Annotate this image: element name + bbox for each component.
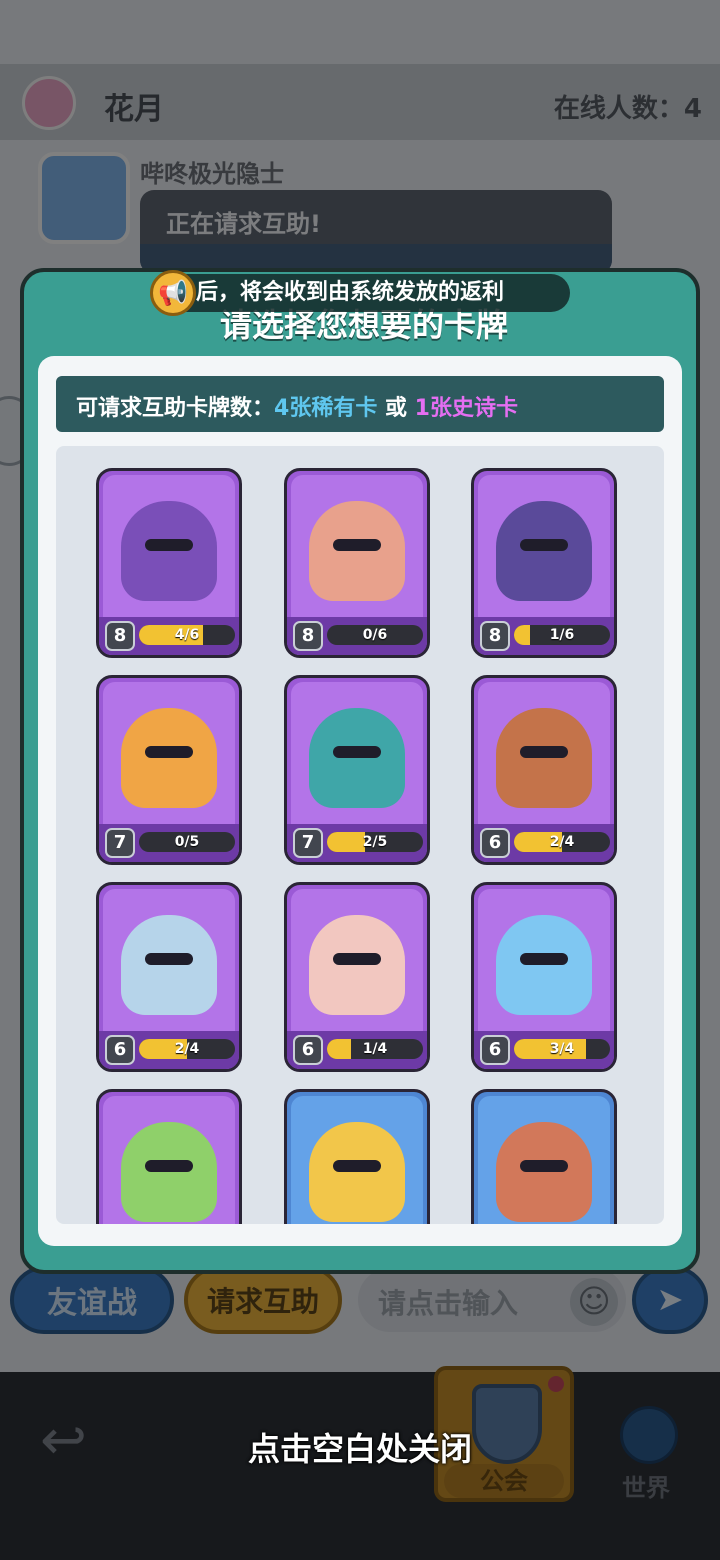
hero-portrait xyxy=(309,501,405,601)
info-prefix: 可请求互助卡牌数： xyxy=(76,396,275,421)
hero-portrait xyxy=(121,1122,217,1222)
request-limit-info: 可请求互助卡牌数：4张稀有卡 或 1张史诗卡 xyxy=(56,376,664,432)
hero-eyes xyxy=(145,539,193,551)
card-progress-text: 0/5 xyxy=(174,834,200,850)
card-level-badge: 6 xyxy=(480,828,510,858)
hero-eyes xyxy=(520,1160,568,1172)
hero-portrait xyxy=(496,501,592,601)
card-select-modal: 请选择您想要的卡牌 后，将会收到由系统发放的返利 📢 可请求互助卡牌数：4张稀有… xyxy=(20,268,700,1274)
hero-eyes xyxy=(520,539,568,551)
hero-portrait xyxy=(309,1122,405,1222)
card-level-badge: 6 xyxy=(480,1035,510,1065)
hero-eyes xyxy=(333,953,381,965)
megaphone-icon: 📢 xyxy=(150,270,196,316)
card-progress-bar: 2/4 xyxy=(139,1039,235,1059)
hero-portrait xyxy=(496,915,592,1015)
card-progress-bar: 0/6 xyxy=(327,625,423,645)
hero-eyes xyxy=(333,539,381,551)
info-rare-count: 4张稀有卡 xyxy=(274,396,378,421)
card-progress-text: 2/4 xyxy=(549,834,575,850)
hero-card[interactable]: 7 0/5 xyxy=(96,675,242,865)
card-progress-text: 1/6 xyxy=(549,627,575,643)
hero-card[interactable]: 6 2/4 xyxy=(96,882,242,1072)
hero-card[interactable] xyxy=(96,1089,242,1224)
card-progress-bar: 3/4 xyxy=(514,1039,610,1059)
card-progress-bar: 4/6 xyxy=(139,625,235,645)
hero-card[interactable]: 7 2/5 xyxy=(284,675,430,865)
card-progress-bar: 1/6 xyxy=(514,625,610,645)
hero-portrait xyxy=(496,1122,592,1222)
hero-portrait xyxy=(496,708,592,808)
hero-card[interactable]: 8 4/6 xyxy=(96,468,242,658)
card-progress-bar: 1/4 xyxy=(327,1039,423,1059)
card-progress-text: 2/4 xyxy=(174,1041,200,1057)
info-or: 或 xyxy=(377,396,415,421)
hero-eyes xyxy=(333,1160,381,1172)
card-level-badge: 7 xyxy=(105,828,135,858)
hero-card[interactable]: 8 0/6 xyxy=(284,468,430,658)
card-progress-bar: 2/4 xyxy=(514,832,610,852)
card-level-badge: 6 xyxy=(105,1035,135,1065)
hero-portrait xyxy=(121,915,217,1015)
card-progress-text: 1/4 xyxy=(362,1041,388,1057)
card-progress-text: 0/6 xyxy=(362,627,388,643)
card-progress-bar: 2/5 xyxy=(327,832,423,852)
hero-portrait xyxy=(121,708,217,808)
info-epic-count: 1张史诗卡 xyxy=(414,396,518,421)
hero-card[interactable]: 6 2/4 xyxy=(471,675,617,865)
hero-portrait xyxy=(121,501,217,601)
hero-eyes xyxy=(145,953,193,965)
close-hint: 点击空白处关闭 xyxy=(247,1430,472,1468)
card-level-badge: 7 xyxy=(293,828,323,858)
card-level-badge: 8 xyxy=(293,621,323,651)
modal-content: 可请求互助卡牌数：4张稀有卡 或 1张史诗卡 8 4/6 8 0/6 8 1/6 7 0/5 7… xyxy=(38,356,682,1246)
card-progress-text: 3/4 xyxy=(549,1041,575,1057)
card-progress-text: 4/6 xyxy=(174,627,200,643)
hero-card[interactable] xyxy=(471,1089,617,1224)
card-level-badge: 6 xyxy=(293,1035,323,1065)
card-level-badge: 8 xyxy=(480,621,510,651)
hero-eyes xyxy=(333,746,381,758)
hero-eyes xyxy=(520,746,568,758)
hero-eyes xyxy=(145,1160,193,1172)
hero-card[interactable] xyxy=(284,1089,430,1224)
hero-card[interactable]: 8 1/6 xyxy=(471,468,617,658)
card-level-badge: 8 xyxy=(105,621,135,651)
hero-portrait xyxy=(309,708,405,808)
hero-card[interactable]: 6 1/4 xyxy=(284,882,430,1072)
hero-eyes xyxy=(145,746,193,758)
hero-portrait xyxy=(309,915,405,1015)
card-grid: 8 4/6 8 0/6 8 1/6 7 0/5 7 2/5 6 2/4 6 2/4 6 1/4 6 3/4 xyxy=(56,446,664,1224)
hero-eyes xyxy=(520,953,568,965)
card-progress-text: 2/5 xyxy=(362,834,388,850)
notice-banner: 后，将会收到由系统发放的返利 xyxy=(152,274,570,312)
card-progress-bar: 0/5 xyxy=(139,832,235,852)
hero-card[interactable]: 6 3/4 xyxy=(471,882,617,1072)
